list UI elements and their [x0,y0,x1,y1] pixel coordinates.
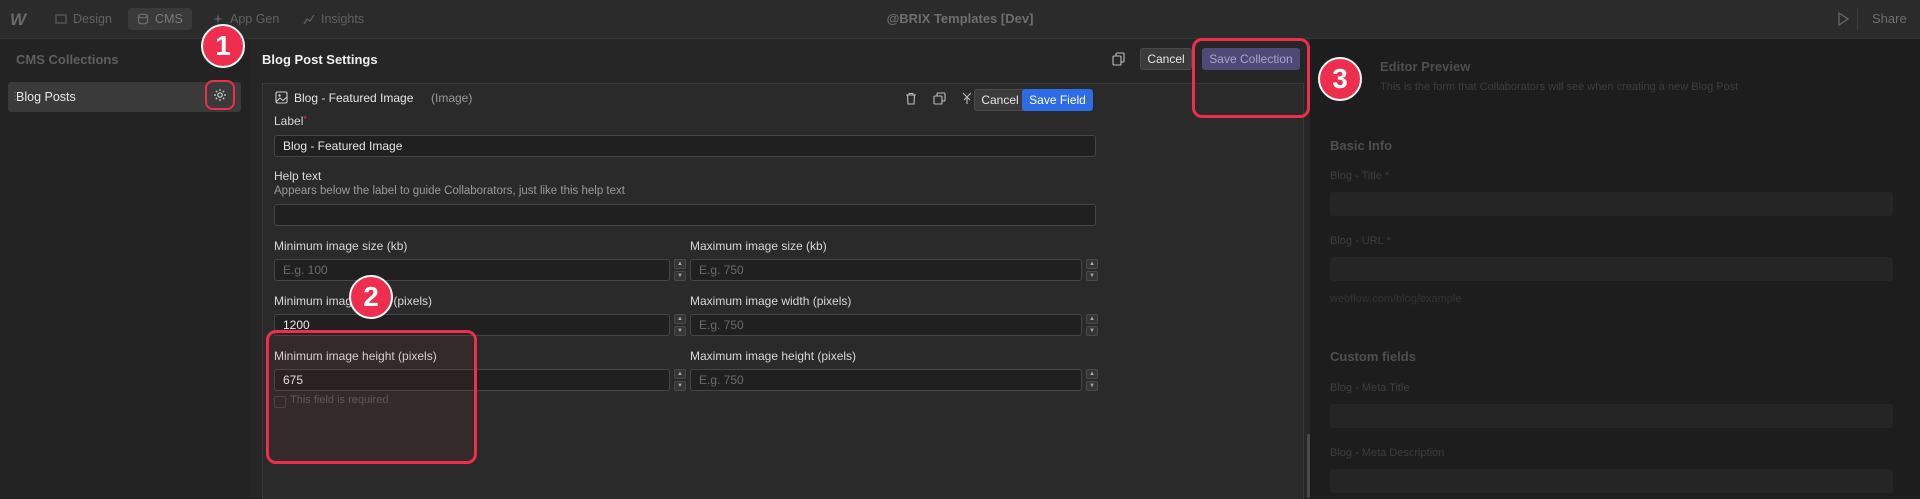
url-hint: webflow.com/blog/example [1330,293,1462,305]
cancel-button[interactable]: Cancel [1140,48,1192,70]
meta-title-field [1330,404,1893,428]
editor-preview-panel: Editor Preview This is the form that Col… [1310,39,1920,498]
decrement-icon[interactable]: ▼ [674,381,686,391]
step-badge-3: 3 [1318,57,1362,101]
label-caption: Label* [274,114,307,128]
max-height-input[interactable]: E.g. 750 [690,369,1082,391]
increment-icon[interactable]: ▲ [1086,314,1098,324]
sidebar-item-label: Blog Posts [16,90,76,104]
min-height-stepper[interactable]: ▲ ▼ [674,369,688,391]
preview-title: Editor Preview [1380,59,1471,74]
step-badge-1: 1 [201,24,245,68]
max-size-caption: Maximum image size (kb) [690,239,827,253]
decrement-icon[interactable]: ▼ [1086,271,1098,281]
blog-url-label: Blog - URL * [1330,235,1391,247]
blog-title-label: Blog - Title * [1330,170,1390,182]
merge-icon[interactable] [961,92,973,105]
highlight-dimensions [266,330,477,464]
preview-subtitle: This is the form that Collaborators will… [1380,81,1739,93]
meta-title-label: Blog - Meta Title [1330,382,1410,394]
blog-url-field [1330,257,1893,281]
max-width-input[interactable]: E.g. 750 [690,314,1082,336]
increment-icon[interactable]: ▲ [674,259,686,269]
increment-icon[interactable]: ▲ [674,314,686,324]
page-title: Blog Post Settings [262,52,378,67]
required-asterisk: * [303,114,307,124]
field-header: Blog - Featured Image (Image) Cancel Sav… [263,84,1303,120]
basic-info-heading: Basic Info [1330,138,1393,153]
custom-fields-heading: Custom fields [1330,349,1416,364]
min-size-stepper[interactable]: ▲ ▼ [674,259,688,281]
divider [1857,8,1858,30]
copy-icon[interactable] [1112,52,1125,66]
save-field-button[interactable]: Save Field [1022,89,1093,111]
min-width-stepper[interactable]: ▲ ▼ [674,314,688,336]
image-icon [275,91,288,104]
top-bar: W Design CMS App Gen Insights @BRIX Temp… [0,0,1920,39]
increment-icon[interactable]: ▲ [1086,259,1098,269]
max-width-caption: Maximum image width (pixels) [690,294,852,308]
decrement-icon[interactable]: ▼ [674,271,686,281]
max-size-stepper[interactable]: ▲ ▼ [1086,259,1100,281]
increment-icon[interactable]: ▲ [674,369,686,379]
decrement-icon[interactable]: ▼ [1086,326,1098,336]
field-name: Blog - Featured Image [294,91,414,105]
label-input[interactable]: Blog - Featured Image [274,135,1096,157]
highlight-save-buttons [1192,38,1310,118]
min-size-input[interactable]: E.g. 100 [274,259,670,281]
help-text-input[interactable] [274,204,1096,226]
help-text-hint: Appears below the label to guide Collabo… [274,185,625,197]
increment-icon[interactable]: ▲ [1086,369,1098,379]
max-height-stepper[interactable]: ▲ ▼ [1086,369,1100,391]
max-width-stepper[interactable]: ▲ ▼ [1086,314,1100,336]
max-size-input[interactable]: E.g. 750 [690,259,1082,281]
help-text-caption: Help text [274,169,322,183]
site-title: @BRIX Templates [Dev] [886,11,1034,26]
field-type: (Image) [431,91,473,105]
trash-icon[interactable] [905,92,917,105]
play-icon[interactable] [1837,12,1849,26]
meta-description-field [1330,469,1893,493]
collection-settings-button[interactable] [205,80,235,110]
decrement-icon[interactable]: ▼ [674,326,686,336]
panel-title: CMS Collections [16,52,119,67]
step-badge-2: 2 [349,275,393,319]
max-height-caption: Maximum image height (pixels) [690,349,857,363]
min-size-caption: Minimum image size (kb) [274,239,408,253]
share-button[interactable]: Share [1872,11,1907,26]
duplicate-icon[interactable] [933,92,946,105]
field-cancel-button[interactable]: Cancel [974,89,1026,111]
meta-description-label: Blog - Meta Description [1330,447,1445,459]
blog-title-field [1330,192,1893,216]
decrement-icon[interactable]: ▼ [1086,381,1098,391]
gear-icon [213,88,227,102]
